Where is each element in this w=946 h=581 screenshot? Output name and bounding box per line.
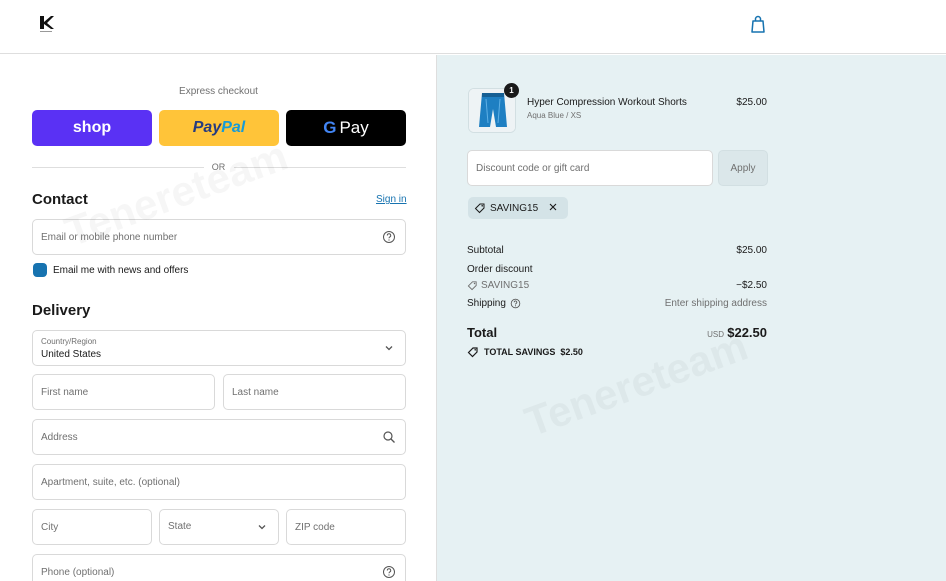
discount-code-row: SAVING15 xyxy=(467,280,529,291)
phone-field[interactable]: Phone (optional) xyxy=(32,554,406,581)
close-icon[interactable] xyxy=(546,202,560,214)
chevron-down-icon xyxy=(258,525,266,530)
applied-coupon-chip: SAVING15 xyxy=(468,197,569,219)
newsletter-label: Email me with news and offers xyxy=(53,265,189,276)
contact-title: Contact xyxy=(32,191,88,208)
paypal-label-pay: Pay xyxy=(192,119,222,136)
checkout-form-panel: Express checkout shop Pay Pal G Pay OR Con… xyxy=(0,55,437,581)
shipping-value: Enter shipping address xyxy=(664,298,767,309)
applied-coupon-code: SAVING15 xyxy=(490,202,539,214)
express-checkout-title: Express checkout xyxy=(179,86,258,97)
total-currency: USD xyxy=(707,330,724,339)
help-circle-icon[interactable] xyxy=(510,298,521,309)
apartment-placeholder: Apartment, suite, etc. (optional) xyxy=(41,477,180,488)
google-pay-label: Pay xyxy=(339,118,369,137)
country-select[interactable]: Country/Region United States xyxy=(32,330,406,366)
subtotal-label: Subtotal xyxy=(467,245,504,256)
discount-placeholder: Discount code or gift card xyxy=(476,163,590,174)
help-circle-icon[interactable] xyxy=(382,565,396,579)
first-name-field[interactable]: First name xyxy=(32,374,215,410)
shop-pay-button[interactable]: shop xyxy=(32,110,152,146)
order-summary-panel: 1 Hyper Compression Workout Shorts Aqua … xyxy=(437,55,946,581)
product-variant: Aqua Blue / XS xyxy=(527,111,582,120)
discount-code-text: SAVING15 xyxy=(481,280,530,291)
paypal-label-pal: Pal xyxy=(221,119,246,136)
divider-right xyxy=(234,167,406,168)
shop-pay-label: shop xyxy=(72,119,112,136)
newsletter-checkbox[interactable] xyxy=(33,263,47,277)
apply-discount-button[interactable]: Apply xyxy=(718,150,768,186)
subtotal-value: $25.00 xyxy=(736,245,767,256)
savings-value: $2.50 xyxy=(560,347,583,357)
delivery-title: Delivery xyxy=(32,302,91,319)
state-select[interactable]: State xyxy=(159,509,279,545)
discount-code-input[interactable]: Discount code or gift card xyxy=(467,150,713,186)
first-name-placeholder: First name xyxy=(41,387,89,398)
state-placeholder: State xyxy=(168,521,192,532)
address-placeholder: Address xyxy=(41,432,78,443)
discount-value: −$2.50 xyxy=(736,280,767,291)
product-name: Hyper Compression Workout Shorts xyxy=(527,97,687,108)
brand-logo-icon[interactable] xyxy=(38,14,56,34)
last-name-placeholder: Last name xyxy=(232,387,279,398)
tag-icon xyxy=(467,347,478,358)
paypal-button[interactable]: Pay Pal xyxy=(159,110,279,146)
shipping-label: Shipping xyxy=(467,298,506,309)
address-field[interactable]: Address xyxy=(32,419,406,455)
phone-placeholder: Phone (optional) xyxy=(41,567,115,578)
order-discount-label: Order discount xyxy=(467,264,533,275)
tag-icon xyxy=(467,281,477,291)
product-price: $25.00 xyxy=(736,97,767,108)
apartment-field[interactable]: Apartment, suite, etc. (optional) xyxy=(32,464,406,500)
total-label: Total xyxy=(467,325,498,340)
country-label: Country/Region xyxy=(41,337,97,346)
zip-placeholder: ZIP code xyxy=(295,522,335,533)
search-icon xyxy=(383,431,395,443)
quantity-badge: 1 xyxy=(504,83,519,98)
sign-in-link[interactable]: Sign in xyxy=(376,194,407,205)
email-field[interactable]: Email or mobile phone number xyxy=(32,219,406,255)
shopping-bag-icon[interactable] xyxy=(749,14,767,34)
chevron-down-icon xyxy=(385,346,393,351)
zip-field[interactable]: ZIP code xyxy=(286,509,406,545)
google-pay-button[interactable]: G Pay xyxy=(286,110,406,146)
country-value: United States xyxy=(41,349,102,360)
site-header xyxy=(0,0,946,54)
city-field[interactable]: City xyxy=(32,509,152,545)
google-g-icon: G xyxy=(323,118,337,137)
city-placeholder: City xyxy=(41,522,59,533)
total-value: $22.50 xyxy=(727,325,767,340)
shipping-row: Shipping xyxy=(467,298,521,309)
email-placeholder: Email or mobile phone number xyxy=(41,232,178,243)
total-savings: TOTAL SAVINGS $2.50 xyxy=(467,346,583,358)
tag-icon xyxy=(474,203,485,214)
last-name-field[interactable]: Last name xyxy=(223,374,406,410)
help-circle-icon[interactable] xyxy=(382,230,396,244)
savings-label: TOTAL SAVINGS xyxy=(484,347,556,357)
